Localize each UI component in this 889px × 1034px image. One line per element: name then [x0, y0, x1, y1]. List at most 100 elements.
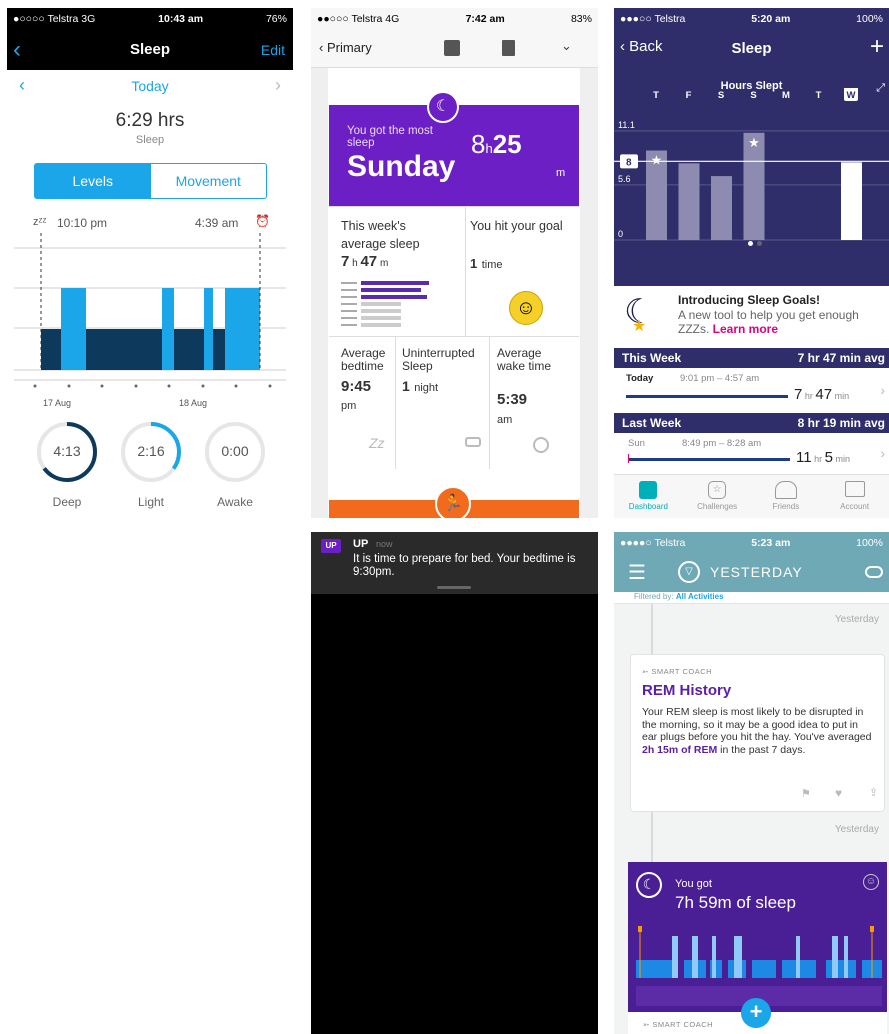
stat-label: Light — [137, 495, 165, 509]
avg-sleep-label: This week's average sleep — [341, 219, 420, 251]
day-label: F — [686, 90, 692, 101]
share-icon[interactable]: ⇪ — [869, 786, 878, 799]
stat-label: Deep — [52, 495, 82, 509]
avg-bedtime-value: 9:45 — [341, 378, 372, 395]
menu-icon[interactable]: ☰ — [628, 560, 646, 585]
nav-bar: ☰ ▽ YESTERDAY — [614, 554, 889, 592]
archive-icon[interactable] — [444, 40, 460, 56]
status-bar: ●●●●○ Telstra 5:23 am 100% — [614, 532, 889, 554]
stat-value: 0:00 — [221, 443, 249, 459]
notification-banner[interactable]: UP UP now It is time to prepare for bed.… — [311, 532, 598, 594]
stat-light: 2:16 Light — [119, 420, 183, 509]
nav-bar: ‹ Back Sleep + — [614, 30, 889, 68]
hours-slept-chart: 0 5.6 11.1 T F S S M T W ★ ★ 8 — [614, 88, 889, 241]
nav-title: Sleep — [129, 41, 171, 58]
stat-awake: 0:00 Awake — [203, 420, 267, 509]
weekly-mini-bars — [341, 281, 429, 327]
account-icon — [844, 481, 865, 497]
add-icon[interactable]: + — [870, 33, 884, 61]
hours-bar — [711, 176, 732, 240]
uninterrupted-label: Uninterrupted Sleep — [402, 346, 475, 373]
weekly-stats-row: This week's average sleep 7 h 47 m You h… — [329, 206, 579, 337]
light-sleep-block — [162, 288, 174, 370]
day-label: T — [653, 90, 659, 101]
rem-history-card[interactable]: ➳ SMART COACH REM History Your REM sleep… — [630, 654, 885, 812]
divider — [465, 207, 466, 337]
tab-friends[interactable]: Friends — [752, 475, 821, 518]
time-axis-dots — [33, 384, 272, 388]
nav-title: YESTERDAY — [710, 564, 803, 580]
divider — [395, 337, 396, 469]
day-label: S — [718, 90, 724, 101]
sleep-bar — [628, 458, 790, 461]
divider — [489, 337, 490, 469]
smart-coach-label: ➳ SMART COACH — [643, 1020, 714, 1029]
promo-title: Introducing Sleep Goals! — [678, 293, 821, 307]
smiley-icon: ☺ — [509, 291, 543, 325]
banner-line: You got the most sleep — [347, 125, 433, 149]
sleep-summary-card[interactable]: ☾ You got 7h 59m of sleep ☺ — [628, 862, 887, 1012]
tab-dashboard[interactable]: Dashboard — [614, 475, 683, 518]
band-icon[interactable] — [865, 566, 883, 578]
page-dot-active — [748, 241, 753, 246]
this-week-row[interactable]: Today 9:01 pm – 4:57 am 7 hr 47 min › — [614, 368, 889, 413]
view-segmented-control: Levels Movement — [34, 163, 267, 199]
next-day-icon[interactable]: › — [275, 75, 281, 96]
mail-toolbar: ‹ Primary ⌄ — [311, 30, 598, 68]
sleep-start-time: 10:10 pm — [57, 216, 108, 230]
avg-sleep-value: 7 h 47 m — [341, 253, 389, 270]
sleep-levels-graph — [14, 233, 286, 388]
flag-icon[interactable]: ⚑ — [801, 787, 811, 800]
goal-count: 1 time — [470, 256, 503, 271]
sleep-hypnogram — [636, 926, 882, 1006]
smiley-icon[interactable]: ☺ — [863, 874, 879, 890]
heart-icon[interactable]: ♥ — [835, 786, 842, 800]
timestamp: Yesterday — [834, 824, 879, 835]
learn-more-link[interactable]: Learn more — [713, 322, 778, 336]
avg-wake-value: 5:39 — [497, 391, 528, 408]
trash-icon[interactable] — [502, 40, 515, 56]
hours-bar — [678, 163, 700, 240]
goal-badge-label: 8 — [626, 157, 632, 168]
sleep-goals-promo[interactable]: ☾ ★ Introducing Sleep Goals! A new tool … — [614, 286, 889, 348]
date-tick: 18 Aug — [179, 398, 208, 408]
drag-handle[interactable] — [437, 586, 471, 589]
filter-icon[interactable]: ▽ — [678, 561, 700, 583]
tab-account[interactable]: Account — [820, 475, 889, 518]
avg-bedtime-label: Average bedtime — [341, 346, 386, 373]
tab-bar: Dashboard ☆ Challenges Friends Account — [614, 474, 889, 518]
sleep-bar — [626, 395, 788, 398]
back-to-primary-button[interactable]: ‹ Primary — [319, 40, 372, 55]
sleep-duration-label: Sleep — [135, 134, 165, 146]
filter-bar[interactable]: Filtered by: All Activities — [614, 592, 889, 604]
sleep-stage-stats: 4:13 Deep 2:16 Light 0:00 Awake — [35, 420, 275, 510]
tab-challenges[interactable]: ☆ Challenges — [683, 475, 752, 518]
email-sleep-summary-screen: ●●○○○ Telstra 4G 7:42 am 83% ‹ Primary ⌄… — [311, 8, 598, 518]
runner-icon: 🏃 — [435, 486, 471, 518]
up-app-icon: UP — [321, 539, 341, 553]
last-week-header: Last Week 8 hr 19 min avg — [614, 413, 889, 433]
chevron-down-icon[interactable]: ⌄ — [561, 38, 572, 54]
tab-movement[interactable]: Movement — [151, 164, 267, 198]
nav-title: Sleep — [731, 40, 772, 57]
last-week-row[interactable]: Sun 8:49 pm – 8:28 am 11 hr 5 min › — [614, 433, 889, 474]
alarm-clock-icon: ⏰ — [255, 214, 270, 228]
star-icon: ★ — [632, 318, 647, 335]
bedtime-notification-screen: UP UP now It is time to prepare for bed.… — [311, 532, 598, 1034]
card-title: REM History — [642, 682, 732, 699]
tab-levels[interactable]: Levels — [35, 164, 151, 198]
day-label: W — [847, 90, 856, 101]
day-label: T — [816, 90, 822, 101]
edit-button[interactable]: Edit — [261, 42, 285, 58]
moon-icon: ☾ — [636, 872, 662, 898]
stat-deep: 4:13 Deep — [35, 420, 99, 509]
y-tick-label: 11.1 — [618, 120, 635, 130]
up-feed-screen: ●●●●○ Telstra 5:23 am 100% ☰ ▽ YESTERDAY… — [614, 532, 889, 1034]
chevron-right-icon: › — [880, 445, 885, 461]
this-week-header: This Week 7 hr 47 min avg — [614, 348, 889, 368]
add-fab-button[interactable]: + — [741, 998, 771, 1028]
bed-icon — [465, 437, 481, 447]
dashboard-icon — [639, 481, 658, 499]
sleep-levels-screen: ●○○○○ Telstra 3G 10:43 am 76% ‹ Sleep Ed… — [7, 8, 293, 518]
y-tick-label: 5.6 — [618, 174, 631, 184]
